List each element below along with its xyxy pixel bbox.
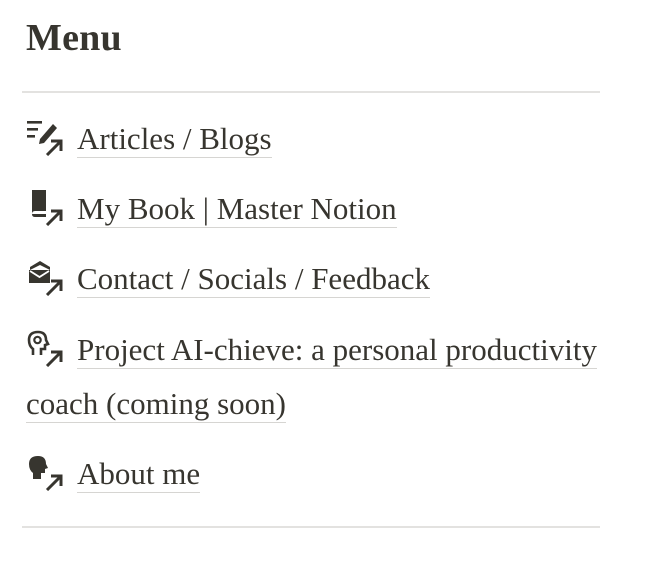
menu-item-book: My Book | Master Notion (26, 182, 600, 236)
menu-item-project: Project AI-chieve: a personal productivi… (26, 323, 600, 431)
articles-edit-icon (26, 118, 66, 156)
menu-title: Menu (26, 17, 122, 59)
menu-item-articles: Articles / Blogs (26, 112, 600, 166)
link-about-label: About me (77, 456, 201, 493)
person-icon (26, 453, 66, 491)
link-articles[interactable]: Articles / Blogs (26, 118, 272, 158)
divider-bottom (22, 526, 600, 528)
menu-item-about: About me (26, 447, 600, 501)
link-about[interactable]: About me (26, 453, 201, 493)
divider-top (22, 91, 600, 93)
link-book-label: My Book | Master Notion (77, 191, 397, 228)
ai-head-icon (26, 329, 66, 367)
link-articles-label: Articles / Blogs (77, 121, 272, 158)
link-contact-label: Contact / Socials / Feedback (77, 261, 430, 298)
menu-item-contact: Contact / Socials / Feedback (26, 252, 600, 306)
link-contact[interactable]: Contact / Socials / Feedback (26, 258, 430, 298)
link-book[interactable]: My Book | Master Notion (26, 188, 397, 228)
link-project[interactable]: Project AI-chieve: a personal productivi… (26, 329, 597, 423)
book-icon (26, 188, 66, 226)
link-project-label: Project AI-chieve: a personal productivi… (26, 332, 597, 423)
contact-mail-icon (26, 258, 66, 296)
